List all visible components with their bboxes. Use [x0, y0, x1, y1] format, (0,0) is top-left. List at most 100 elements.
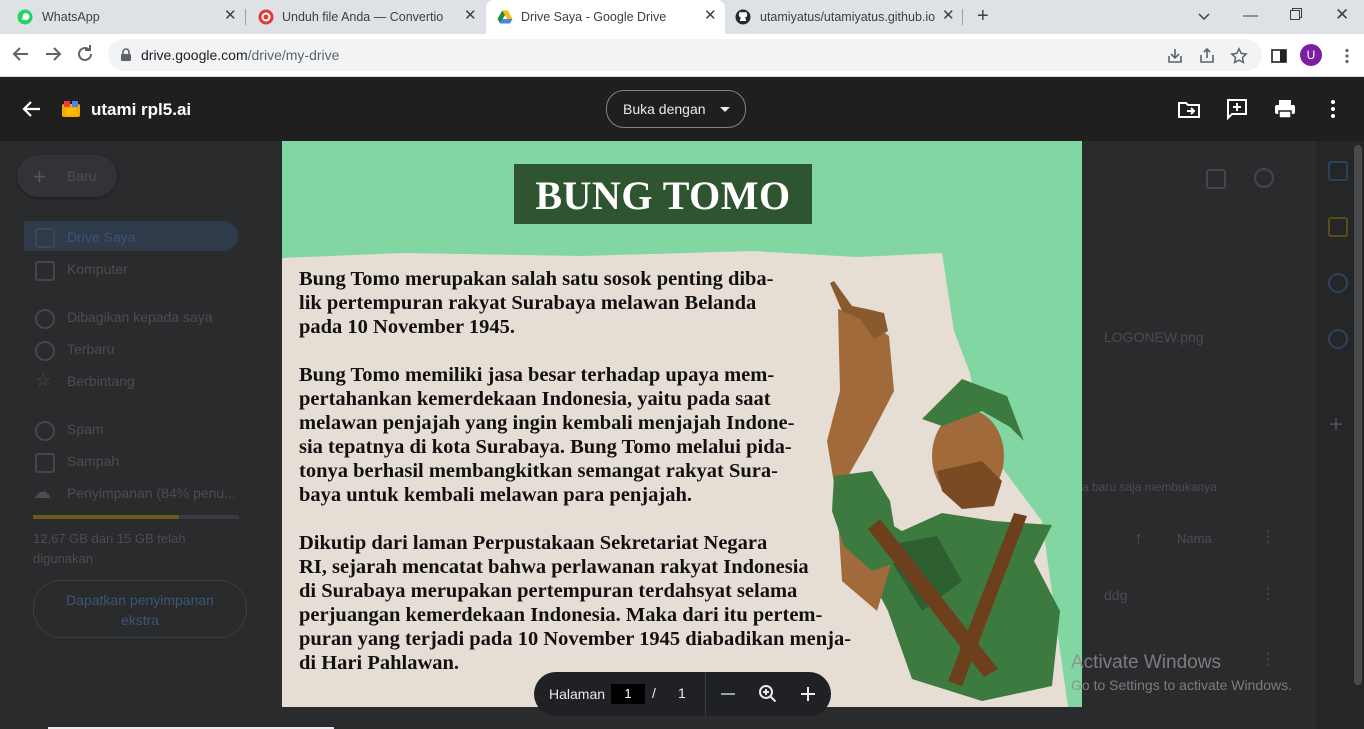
more-actions-icon[interactable]: [1321, 97, 1345, 121]
computer-icon: [35, 261, 55, 281]
nav-trash: Sampah: [67, 453, 120, 469]
storage-text-2: digunakan: [33, 551, 93, 566]
recent-file-name: LOGONEW.png: [1104, 329, 1204, 345]
page-number-input[interactable]: 1: [611, 684, 645, 704]
close-tab-icon[interactable]: ✕: [464, 8, 477, 24]
tab-google-drive[interactable]: Drive Saya - Google Drive ✕: [486, 0, 725, 34]
bookmark-star-icon[interactable]: [1230, 47, 1248, 65]
zoom-out-icon[interactable]: [717, 683, 739, 705]
viewer-header: utami rpl5.ai Buka dengan: [0, 77, 1364, 141]
tab-convertio[interactable]: Unduh file Anda — Convertio ✕: [246, 0, 486, 34]
activate-windows-subtitle: Go to Settings to activate Windows.: [1071, 677, 1292, 693]
page-label: Halaman: [549, 686, 606, 702]
add-addon-icon: +: [1329, 411, 1344, 438]
new-button-label: Baru: [67, 168, 97, 184]
activate-windows-title: Activate Windows: [1071, 652, 1221, 673]
page-separator: /: [652, 685, 656, 701]
new-button: + Baru: [17, 155, 117, 197]
close-tab-icon[interactable]: ✕: [704, 8, 717, 24]
clock-icon: [35, 341, 55, 361]
back-icon[interactable]: [9, 42, 33, 66]
recent-file-caption: a baru saja membukanya: [1082, 480, 1217, 494]
browser-toolbar: drive.google.com/drive/my-drive U: [0, 34, 1364, 77]
tab-strip: WhatsApp ✕ Unduh file Anda — Convertio ✕…: [0, 0, 1364, 34]
share-icon[interactable]: [1198, 47, 1216, 65]
tab-title: Drive Saya - Google Drive: [521, 10, 667, 24]
page-scrollbar[interactable]: [1354, 145, 1362, 685]
nav-storage: Penyimpanan (84% penu...: [67, 485, 236, 501]
new-tab-button[interactable]: +: [977, 6, 989, 26]
tab-search-chevron-icon[interactable]: [1198, 10, 1210, 22]
open-with-label: Buka dengan: [623, 101, 706, 117]
tasks-icon: [1328, 273, 1348, 293]
install-app-icon[interactable]: [1166, 47, 1184, 65]
github-icon: [735, 9, 751, 25]
forward-icon[interactable]: [41, 42, 65, 66]
tab-github[interactable]: utamiyatus/utamiyatus.github.io ✕: [725, 0, 965, 34]
poster-image: BUNG TOMO Bung Tomo merupakan salah satu…: [282, 141, 1082, 707]
poster-paragraph-1: Bung Tomo merupakan salah satu sosok pen…: [299, 268, 774, 338]
add-to-drive-icon[interactable]: [1177, 97, 1201, 121]
add-comment-icon[interactable]: [1225, 97, 1249, 121]
whatsapp-icon: [17, 9, 33, 25]
plus-icon: +: [33, 164, 46, 189]
close-tab-icon[interactable]: ✕: [224, 8, 237, 24]
keep-icon: [1328, 217, 1348, 237]
get-storage-label-2: ekstra: [120, 612, 160, 628]
spam-icon: [35, 421, 55, 441]
url-host: drive.google.com: [141, 47, 248, 63]
lock-icon[interactable]: [120, 48, 132, 62]
close-window-button[interactable]: ✕: [1335, 5, 1349, 25]
dropdown-caret-icon: [720, 107, 730, 112]
info-icon: [1254, 168, 1274, 188]
address-bar[interactable]: drive.google.com/drive/my-drive: [108, 39, 1262, 71]
list-view-icon: [1206, 169, 1226, 189]
nav-computers: Komputer: [67, 261, 128, 277]
star-icon: ☆: [35, 370, 52, 390]
open-with-button[interactable]: Buka dengan: [606, 90, 746, 128]
nav-spam: Spam: [67, 421, 104, 437]
convertio-icon: [258, 9, 274, 25]
drive-icon: [35, 228, 55, 248]
tab-whatsapp[interactable]: WhatsApp ✕: [0, 0, 246, 34]
browser-menu-icon[interactable]: [1338, 47, 1356, 65]
more-icon: ⋮: [1260, 529, 1276, 546]
reload-icon[interactable]: [73, 42, 97, 66]
zoom-in-icon[interactable]: [797, 683, 819, 705]
print-icon[interactable]: [1273, 97, 1297, 121]
side-panel-icon[interactable]: [1270, 47, 1288, 65]
restore-button[interactable]: [1290, 8, 1302, 20]
page-controls: Halaman 1 / 1: [534, 672, 831, 716]
tab-title: Unduh file Anda — Convertio: [282, 10, 444, 24]
google-drive-icon: [497, 10, 513, 24]
minimize-button[interactable]: —: [1243, 7, 1258, 24]
poster-paragraph-2: Bung Tomo memiliki jasa besar terhadap u…: [299, 364, 795, 506]
sort-arrow-icon: ↑: [1134, 528, 1143, 548]
cloud-icon: ☁: [33, 482, 51, 502]
file-more-icon: ⋮: [1260, 586, 1276, 603]
nav-recent: Terbaru: [67, 341, 115, 357]
sort-label: Nama: [1177, 531, 1212, 546]
profile-avatar[interactable]: U: [1300, 44, 1322, 66]
close-tab-icon[interactable]: ✕: [942, 8, 955, 24]
shared-icon: [35, 309, 55, 329]
tab-title: utamiyatus/utamiyatus.github.io: [760, 10, 936, 24]
trash-icon: [35, 453, 55, 473]
nav-my-drive: Drive Saya: [67, 229, 136, 245]
file-title: utami rpl5.ai: [91, 100, 192, 119]
contacts-icon: [1328, 329, 1348, 349]
file-name: ddg: [1104, 587, 1128, 603]
calendar-icon: [1328, 161, 1348, 181]
file-more-icon-2: ⋮: [1260, 651, 1276, 668]
get-storage-button: Dapatkan penyimpanan ekstra: [33, 580, 247, 638]
storage-bar: [33, 515, 239, 519]
get-storage-label: Dapatkan penyimpanan: [66, 592, 214, 608]
url-path: /drive/my-drive: [247, 47, 340, 63]
page-total: 1: [678, 685, 686, 701]
storage-text: 12,67 GB dari 15 GB telah: [33, 531, 186, 546]
close-viewer-back-icon[interactable]: [20, 97, 44, 121]
poster-title: BUNG TOMO: [514, 164, 812, 224]
zoom-fit-icon[interactable]: [757, 683, 779, 705]
poster-paragraph-3: Dikutip dari laman Perpustakaan Sekretar…: [299, 532, 852, 674]
tab-title: WhatsApp: [42, 10, 100, 24]
